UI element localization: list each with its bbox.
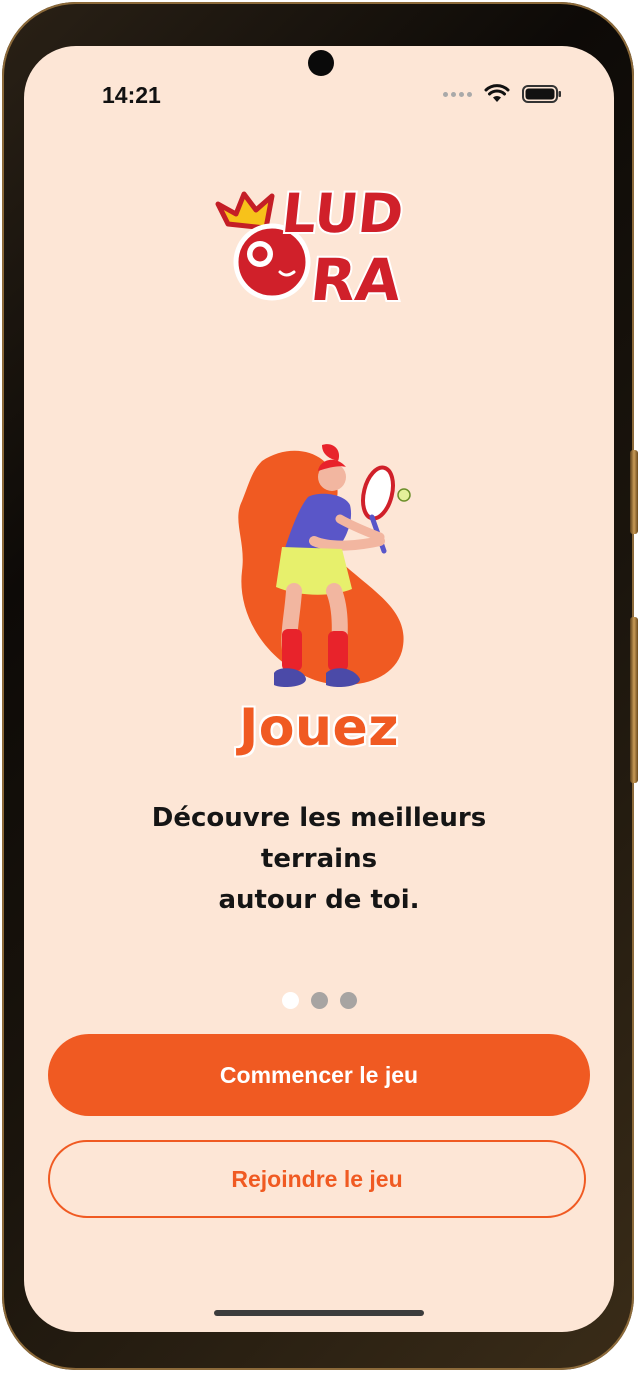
onboarding-title: Jouez	[238, 698, 400, 758]
battery-icon	[522, 85, 561, 103]
tennis-player-illustration	[238, 444, 411, 687]
front-camera	[308, 50, 334, 76]
app-screen: 14:21 LUD RA Jouez Découvre les meilleur…	[24, 46, 614, 1332]
page-indicator	[24, 992, 614, 1009]
power-button	[630, 617, 638, 783]
volume-button	[630, 450, 638, 534]
crown-icon	[215, 191, 275, 231]
subtitle-line-1: Découvre les meilleurs terrains	[151, 803, 487, 874]
onboarding-subtitle: Découvre les meilleurs terrains autour d…	[94, 798, 544, 921]
phone-frame: 14:21 LUD RA Jouez Découvre les meilleur…	[2, 2, 638, 1370]
subtitle-line-2: autour de toi.	[218, 885, 420, 915]
start-game-button[interactable]: Commencer le jeu	[48, 1034, 590, 1116]
status-time: 14:21	[102, 82, 161, 108]
page-dot-2[interactable]	[310, 992, 328, 1009]
home-indicator[interactable]	[214, 1310, 424, 1316]
logo-text-top: LUD	[279, 182, 407, 245]
logo-text-bottom: RA	[307, 246, 404, 314]
cellular-dots-icon	[443, 91, 472, 97]
join-game-button[interactable]: Rejoindre le jeu	[48, 1140, 586, 1218]
ludora-logo: LUD RA	[215, 180, 408, 316]
page-dot-3[interactable]	[339, 992, 357, 1009]
page-dot-1[interactable]	[281, 992, 299, 1009]
wifi-icon	[484, 84, 510, 102]
status-icons	[443, 84, 562, 104]
